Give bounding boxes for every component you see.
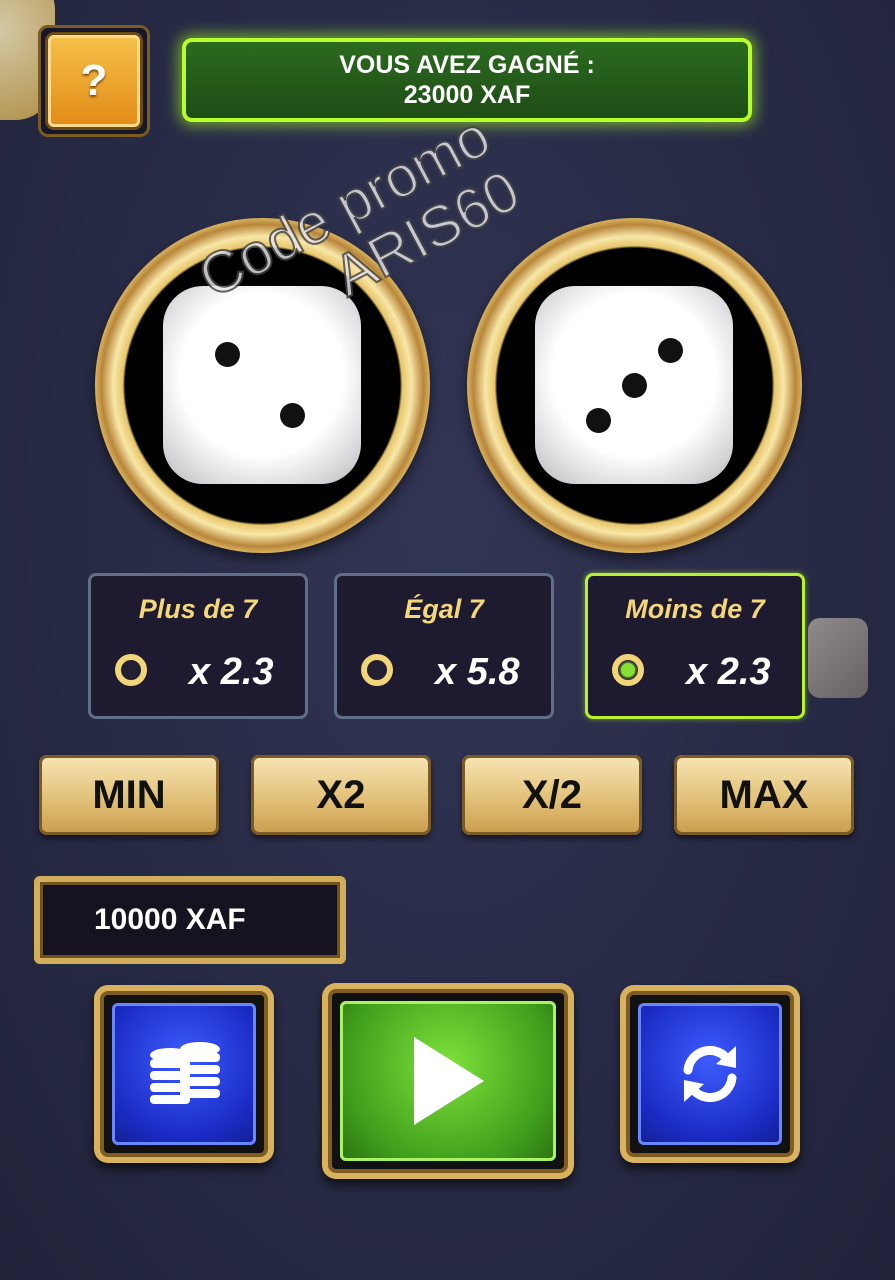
double-button[interactable]: X2 [251,755,431,835]
help-button[interactable]: ? [38,25,150,137]
stake-amount-field[interactable]: 10000 XAF [34,876,346,964]
die-left [163,286,361,484]
bet-multiplier: x 2.3 [189,651,274,693]
refresh-icon [683,1046,737,1102]
die-pip [280,403,305,428]
radio-icon[interactable] [361,654,393,686]
refresh-button[interactable] [620,985,800,1163]
die-right [535,286,733,484]
die-pip [622,373,647,398]
coins-stack-icon [150,1042,220,1104]
background-die-decoration [808,618,868,698]
chips-button[interactable] [94,985,274,1163]
bet-title: Plus de 7 [138,594,258,624]
win-amount: 23000 XAF [403,81,531,109]
win-title: VOUS AVEZ GAGNÉ : [339,51,595,79]
play-icon [414,1037,484,1125]
play-button[interactable] [322,983,574,1179]
die-left-frame [95,218,430,553]
die-pip [586,408,611,433]
bet-option-moins-de-7[interactable]: Moins de 7 x 2.3 [585,573,805,719]
bet-title: Moins de 7 [625,594,765,624]
die-pip [658,338,683,363]
bet-multiplier: x 2.3 [686,651,771,693]
min-button[interactable]: MIN [39,755,219,835]
max-button[interactable]: MAX [674,755,854,835]
bet-multiplier: x 5.8 [435,651,520,693]
help-label: ? [48,35,140,127]
win-banner: VOUS AVEZ GAGNÉ : 23000 XAF [182,38,752,122]
half-button[interactable]: X/2 [462,755,642,835]
radio-selected-icon[interactable] [612,654,644,686]
radio-icon[interactable] [115,654,147,686]
bet-option-egal-7[interactable]: Égal 7 x 5.8 [334,573,554,719]
bet-option-plus-de-7[interactable]: Plus de 7 x 2.3 [88,573,308,719]
die-pip [215,342,240,367]
die-right-frame [467,218,802,553]
bet-title: Égal 7 [404,594,484,624]
